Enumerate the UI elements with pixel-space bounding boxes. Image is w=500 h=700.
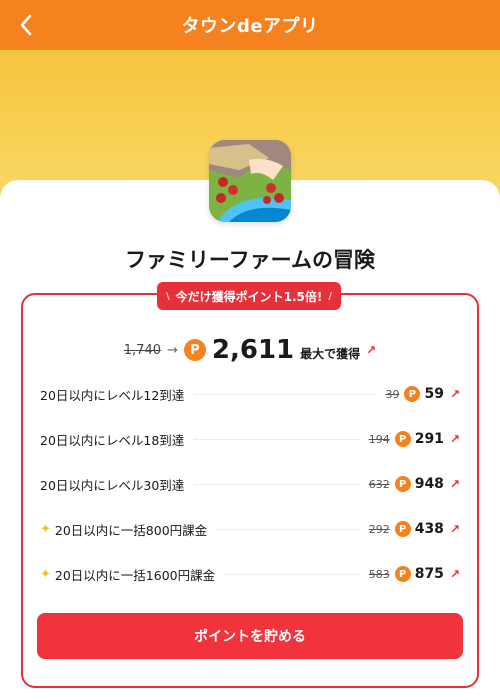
arrow-up-right-icon: ↗ — [449, 567, 460, 581]
mission-label: 20日以内にレベル12到達 — [40, 387, 185, 403]
new-total: 2,611 — [211, 335, 295, 365]
arrow-up-right-icon: ↗ — [366, 343, 377, 357]
mission-old-points: 39 — [385, 387, 400, 401]
earn-points-button[interactable]: ポイントを貯める — [37, 613, 463, 659]
max-label: 最大で獲得 — [300, 346, 361, 361]
dotted-leader — [225, 573, 359, 575]
app-icon — [209, 140, 291, 222]
mission-label: 20日以内にレベル30到達 — [40, 477, 185, 493]
point-coin-icon: P — [394, 431, 411, 447]
mission-row: 20日以内にレベル18到達 194 P 291 ↗ — [40, 428, 460, 450]
point-coin-icon: P — [394, 521, 411, 537]
mission-points: 291 — [414, 431, 444, 447]
arrow-right-icon: → — [166, 342, 178, 358]
total-points-row: 1,740 → P 2,611 最大で獲得 ↗ — [0, 335, 500, 365]
app-name: ファミリーファームの冒険 — [124, 248, 376, 272]
point-coin-icon: P — [394, 476, 411, 492]
back-button[interactable] — [14, 13, 38, 37]
mission-points: 59 — [424, 386, 444, 402]
star-icon: ✦ — [40, 521, 51, 537]
dotted-leader — [194, 438, 359, 440]
arrow-up-right-icon: ↗ — [449, 477, 460, 491]
mission-old-points: 583 — [368, 567, 390, 581]
chevron-left-icon — [20, 14, 32, 36]
dotted-leader — [217, 528, 359, 530]
promo-badge: \ 今だけ獲得ポイント1.5倍! / — [157, 282, 341, 310]
mission-row: 20日以内にレベル30到達 632 P 948 ↗ — [40, 473, 460, 495]
dotted-leader — [194, 483, 359, 485]
star-icon: ✦ — [40, 566, 51, 582]
point-coin-icon: P — [394, 566, 411, 582]
mission-label: 20日以内にレベル18到達 — [40, 432, 185, 448]
mission-row: ✦ 20日以内に一括1600円課金 583 P 875 ↗ — [40, 563, 460, 585]
mission-row: 20日以内にレベル12到達 39 P 59 ↗ — [40, 383, 460, 405]
mission-points: 875 — [414, 566, 444, 582]
arrow-up-right-icon: ↗ — [449, 387, 460, 401]
mission-old-points: 194 — [368, 432, 390, 446]
point-coin-icon: P — [404, 386, 421, 402]
point-coin-icon: P — [183, 339, 206, 361]
page-title: タウンdeアプリ — [181, 16, 319, 37]
mission-points: 948 — [414, 476, 444, 492]
sparkle-icon: \ — [165, 290, 170, 302]
mission-points: 438 — [414, 521, 444, 537]
mission-label: 20日以内に一括1600円課金 — [54, 567, 216, 583]
arrow-up-right-icon: ↗ — [449, 432, 460, 446]
mission-old-points: 632 — [368, 477, 390, 491]
mission-label: 20日以内に一括800円課金 — [54, 522, 208, 538]
sparkle-icon: / — [328, 290, 333, 302]
mission-row: ✦ 20日以内に一括800円課金 292 P 438 ↗ — [40, 518, 460, 540]
top-bar: タウンdeアプリ — [0, 0, 500, 50]
old-total: 1,740 — [123, 342, 161, 358]
mission-old-points: 292 — [368, 522, 390, 536]
promo-text: 今だけ獲得ポイント1.5倍! — [175, 289, 323, 304]
arrow-up-right-icon: ↗ — [449, 522, 460, 536]
dotted-leader — [194, 393, 376, 395]
